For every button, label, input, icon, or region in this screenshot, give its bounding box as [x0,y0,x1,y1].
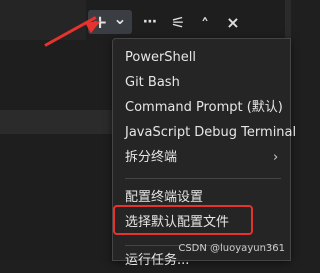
panel-tab-area [0,0,86,40]
menu-item-git-bash[interactable]: Git Bash [125,71,180,95]
watermark: CSDN @luoyayun361 [178,243,285,254]
chevron-right-icon: › [273,150,279,165]
menu-item-powershell[interactable]: PowerShell [125,46,196,70]
annotation-highlight-box [113,205,253,235]
menu-separator [125,178,281,179]
close-panel-icon[interactable]: × [224,10,242,34]
terminal-focus-row [0,110,112,134]
menu-item-label: 拆分终端 [125,150,178,165]
launch-profile-menu: PowerShell Git Bash Command Prompt (默认) … [112,38,296,268]
menu-item-split-terminal[interactable]: 拆分终端 › [125,146,285,170]
maximize-panel-icon[interactable]: ˄ [196,12,214,36]
menu-item-javascript-debug-terminal[interactable]: JavaScript Debug Terminal [125,121,296,145]
more-actions-icon[interactable]: ⋯ [140,10,160,34]
chevron-down-icon[interactable]: ⌄ [110,6,130,30]
split-terminal-icon[interactable]: ⚟ [168,10,188,34]
panel-edge [285,0,291,40]
menu-item-command-prompt[interactable]: Command Prompt (默认) [125,96,283,120]
